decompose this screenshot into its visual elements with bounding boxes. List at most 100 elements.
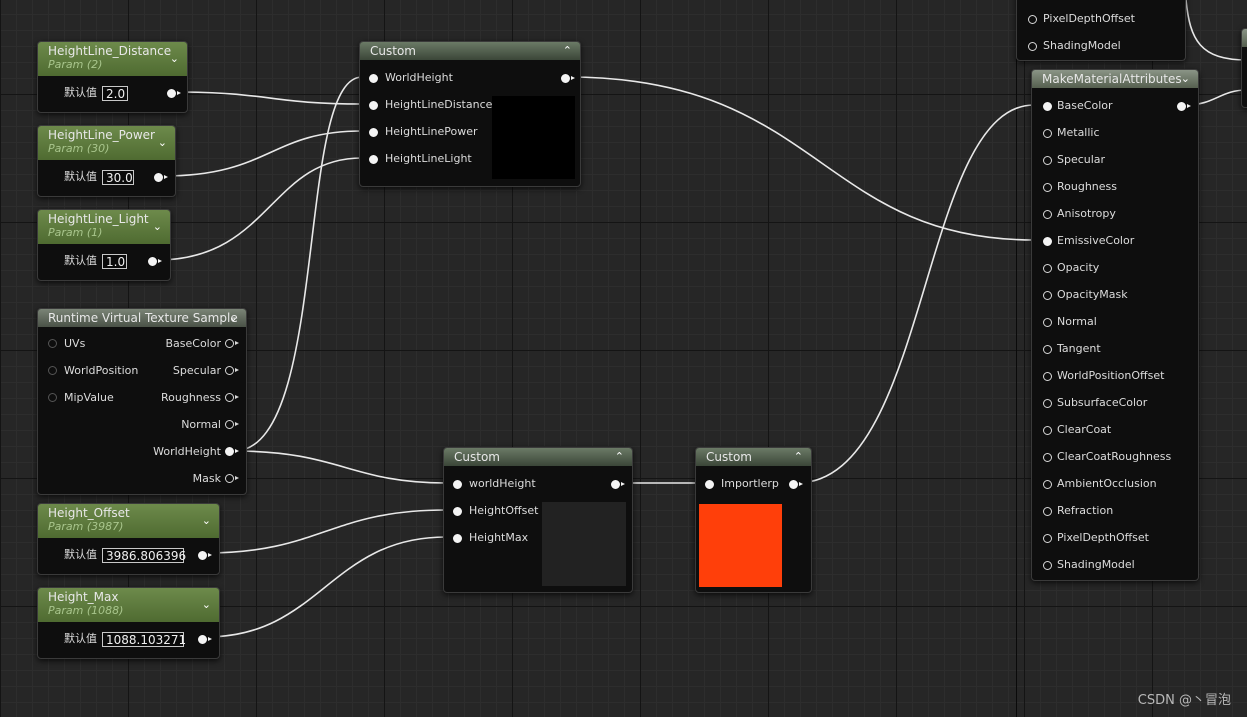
default-value-label: 默认值 <box>64 86 97 99</box>
input-pin-worldpositionoffset[interactable] <box>1043 372 1052 381</box>
input-label: Roughness <box>1057 180 1118 193</box>
param-node-distance[interactable]: HeightLine_Distance Param (2) ⌄ 默认值 2.0 <box>37 41 188 113</box>
input-label: ShadingModel <box>1057 558 1135 571</box>
chevron-down-icon[interactable]: ⌄ <box>153 218 162 236</box>
input-pin-shadingmodel[interactable] <box>1043 561 1052 570</box>
input-pin-anisotropy[interactable] <box>1043 210 1052 219</box>
output-pin-worldheight[interactable] <box>225 447 239 456</box>
input-pin-shadingmodel[interactable] <box>1028 42 1037 51</box>
input-pin-pixeldepthoffset[interactable] <box>1028 15 1037 24</box>
input-label: WorldPosition <box>64 364 139 377</box>
make-material-attributes-node[interactable]: MakeMaterialAttributes ⌄ BaseColor Metall… <box>1031 69 1199 581</box>
wire-custom3-to-basecolor <box>796 104 1035 484</box>
default-value-field[interactable]: 2.0 <box>102 86 128 101</box>
chevron-down-icon[interactable]: ⌄ <box>170 50 179 68</box>
input-pin-heightlinedistance[interactable] <box>369 101 378 110</box>
chevron-down-icon[interactable]: ⌄ <box>158 134 167 152</box>
default-value-field[interactable]: 1088.103271 <box>102 632 186 647</box>
output-pin[interactable] <box>561 74 575 83</box>
output-pin[interactable] <box>198 635 212 644</box>
input-pin-opacity[interactable] <box>1043 264 1052 273</box>
input-pin-worldheight[interactable] <box>369 74 378 83</box>
input-pin-mipvalue[interactable] <box>48 393 57 402</box>
input-label: ClearCoat <box>1057 423 1112 436</box>
input-pin-heightlinepower[interactable] <box>369 128 378 137</box>
node-header[interactable]: Runtime Virtual Texture Sample ⌄ <box>38 309 246 327</box>
chevron-down-icon[interactable]: ⌄ <box>202 596 211 614</box>
output-label: BaseColor <box>165 337 221 350</box>
param-node-height-max[interactable]: Height_Max Param (1088) ⌄ 默认值 1088.10327… <box>37 587 220 659</box>
node-title: Custom <box>370 44 416 58</box>
param-node-power[interactable]: HeightLine_Power Param (30) ⌄ 默认值 30.0 <box>37 125 176 197</box>
node-subtitle: Param (2) <box>48 58 103 71</box>
output-pin[interactable] <box>198 551 212 560</box>
output-pin[interactable] <box>167 89 181 98</box>
partial-node-right[interactable] <box>1241 28 1247 108</box>
output-pin-basecolor[interactable] <box>225 339 239 348</box>
node-header[interactable]: MakeMaterialAttributes ⌄ <box>1032 70 1198 88</box>
input-pin-heightmax[interactable] <box>453 534 462 543</box>
node-header[interactable]: HeightLine_Light Param (1) ⌄ <box>38 210 170 244</box>
chevron-up-icon[interactable]: ⌃ <box>563 42 572 60</box>
input-pin-normal[interactable] <box>1043 318 1052 327</box>
output-pin-mask[interactable] <box>225 474 239 483</box>
wire-worldheight-to-custom2 <box>233 450 447 484</box>
input-pin-heightlinelight[interactable] <box>369 155 378 164</box>
param-node-light[interactable]: HeightLine_Light Param (1) ⌄ 默认值 1.0 <box>37 209 171 281</box>
input-pin-worldheight[interactable] <box>453 480 462 489</box>
partial-node-top[interactable]: PixelDepthOffset ShadingModel <box>1016 0 1186 61</box>
custom-node-importlerp[interactable]: Custom ⌃ Importlerp <box>695 447 812 593</box>
rvt-sample-node[interactable]: Runtime Virtual Texture Sample ⌄ UVs Wor… <box>37 308 247 495</box>
input-pin-refraction[interactable] <box>1043 507 1052 516</box>
custom-node-height[interactable]: Custom ⌃ worldHeight HeightOffset Height… <box>443 447 633 593</box>
input-label: UVs <box>64 337 86 350</box>
output-pin[interactable] <box>611 480 625 489</box>
input-pin-ambientocclusion[interactable] <box>1043 480 1052 489</box>
node-preview <box>542 502 626 586</box>
output-pin-specular[interactable] <box>225 366 239 375</box>
output-pin-normal[interactable] <box>225 420 239 429</box>
node-header[interactable]: HeightLine_Distance Param (2) ⌄ <box>38 42 187 76</box>
chevron-down-icon[interactable]: ⌄ <box>229 309 238 327</box>
output-pin[interactable] <box>789 480 803 489</box>
input-pin-worldposition[interactable] <box>48 366 57 375</box>
input-label: HeightLineDistance <box>385 98 493 111</box>
input-pin-clearcoatroughness[interactable] <box>1043 453 1052 462</box>
node-header[interactable]: HeightLine_Power Param (30) ⌄ <box>38 126 175 160</box>
default-value-field[interactable]: 1.0 <box>102 254 127 269</box>
input-pin-opacitymask[interactable] <box>1043 291 1052 300</box>
input-pin-importlerp[interactable] <box>705 480 714 489</box>
input-label: EmissiveColor <box>1057 234 1135 247</box>
chevron-down-icon[interactable]: ⌄ <box>1181 70 1190 88</box>
input-pin-pixeldepthoffset[interactable] <box>1043 534 1052 543</box>
default-value-field[interactable]: 30.0 <box>102 170 134 185</box>
node-header[interactable]: Height_Offset Param (3987) ⌄ <box>38 504 219 538</box>
output-pin[interactable] <box>148 257 162 266</box>
input-pin-subsurfacecolor[interactable] <box>1043 399 1052 408</box>
node-subtitle: Param (1088) <box>48 604 124 617</box>
input-pin-roughness[interactable] <box>1043 183 1052 192</box>
input-pin-specular[interactable] <box>1043 156 1052 165</box>
node-header[interactable]: Custom ⌃ <box>696 448 811 466</box>
param-node-height-offset[interactable]: Height_Offset Param (3987) ⌄ 默认值 3986.80… <box>37 503 220 575</box>
output-pin[interactable] <box>154 173 168 182</box>
input-pin-uvs[interactable] <box>48 339 57 348</box>
input-pin-clearcoat[interactable] <box>1043 426 1052 435</box>
input-pin-metallic[interactable] <box>1043 129 1052 138</box>
output-pin[interactable] <box>1177 102 1191 111</box>
input-pin-tangent[interactable] <box>1043 345 1052 354</box>
input-pin-emissivecolor[interactable] <box>1043 237 1052 246</box>
output-pin-roughness[interactable] <box>225 393 239 402</box>
chevron-up-icon[interactable]: ⌃ <box>794 448 803 466</box>
custom-node-heightline[interactable]: Custom ⌃ WorldHeight HeightLineDistance … <box>359 41 581 187</box>
input-label: Anisotropy <box>1057 207 1116 220</box>
input-pin-basecolor[interactable] <box>1043 102 1052 111</box>
default-value-field[interactable]: 3986.806396 <box>102 548 186 563</box>
input-pin-heightoffset[interactable] <box>453 507 462 516</box>
chevron-down-icon[interactable]: ⌄ <box>202 512 211 530</box>
node-header[interactable]: Height_Max Param (1088) ⌄ <box>38 588 219 622</box>
node-header[interactable]: Custom ⌃ <box>444 448 632 466</box>
node-header[interactable]: Custom ⌃ <box>360 42 580 60</box>
chevron-up-icon[interactable]: ⌃ <box>615 448 624 466</box>
node-subtitle: Param (30) <box>48 142 110 155</box>
